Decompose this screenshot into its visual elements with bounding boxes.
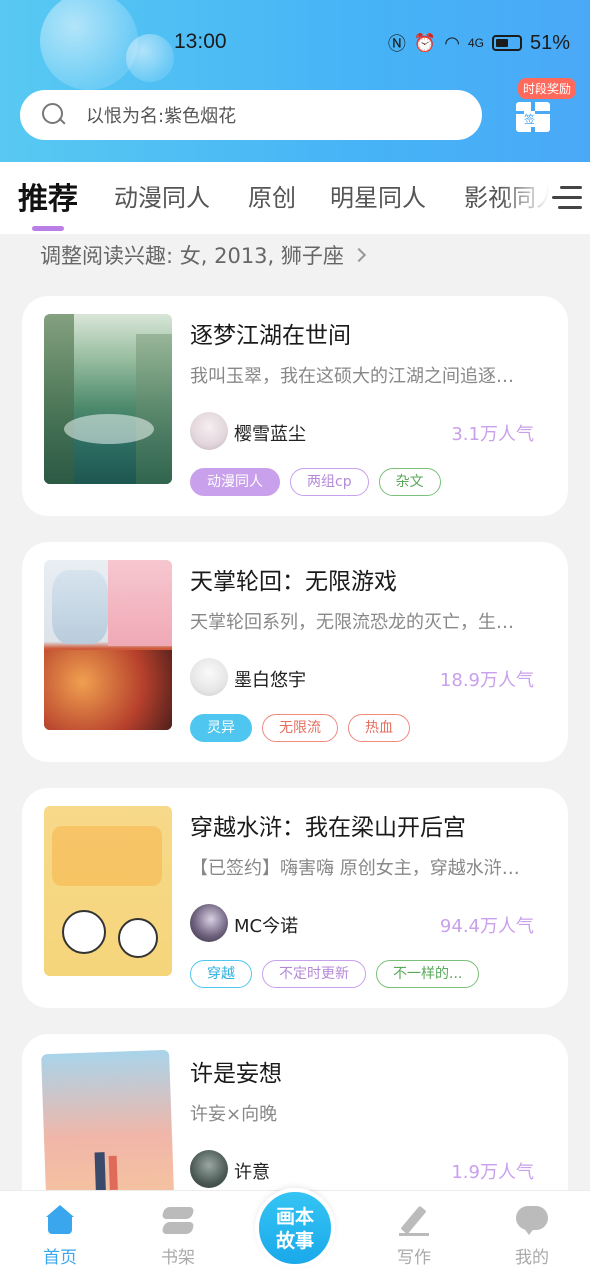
story-title: 逐梦江湖在世间 — [190, 323, 351, 349]
popularity: 94.4万人气 — [439, 916, 534, 937]
tag[interactable]: 不定时更新 — [262, 960, 366, 988]
search-icon — [42, 103, 66, 127]
tag[interactable]: 杂文 — [378, 468, 441, 496]
story-desc: 天掌轮回系列，无限流恐龙的灭亡，生… — [190, 612, 514, 633]
chevron-right-icon — [351, 247, 366, 263]
tag-list: 动漫同人 两组cp 杂文 — [190, 468, 441, 496]
author-name[interactable]: 樱雪蓝尘 — [234, 420, 306, 446]
tab-original[interactable]: 原创 — [248, 178, 296, 213]
avatar[interactable] — [190, 904, 228, 942]
chat-bubble-icon — [515, 1205, 549, 1237]
nav-home[interactable]: 首页 — [20, 1205, 100, 1268]
tag[interactable]: 热血 — [348, 714, 410, 742]
search-placeholder: 以恨为名:紫色烟花 — [86, 106, 237, 127]
menu-icon[interactable] — [552, 186, 582, 212]
reward-button[interactable]: 时段奖励 签 — [514, 78, 577, 138]
tag[interactable]: 动漫同人 — [190, 468, 280, 496]
tag-list: 灵异 无限流 热血 — [190, 714, 410, 742]
book-cover — [44, 806, 172, 976]
author-name[interactable]: 墨白悠宇 — [234, 666, 306, 692]
nav-home-label: 首页 — [43, 1248, 77, 1268]
story-card[interactable]: 逐梦江湖在世间 我叫玉翠，我在这硕大的江湖之间追逐… 樱雪蓝尘 3.1万人气 动… — [22, 296, 568, 516]
alarm-icon: ⏰ — [413, 32, 437, 53]
story-desc: 许妄×向晚 — [190, 1104, 278, 1125]
nav-write[interactable]: 写作 — [374, 1205, 454, 1268]
wifi-icon: ◠ — [444, 32, 460, 53]
nav-bookshelf-label: 书架 — [161, 1248, 195, 1268]
adjust-interest-link[interactable]: 调整阅读兴趣: 女, 2013, 狮子座 — [40, 240, 366, 270]
tag[interactable]: 无限流 — [262, 714, 338, 742]
gift-icon-label: 签 — [524, 111, 535, 127]
author-name[interactable]: MC今诺 — [234, 912, 298, 938]
tag[interactable]: 不一样的... — [376, 960, 480, 988]
signal-icon: 4G — [467, 36, 484, 50]
app-header: 13:00 Ⓝ ⏰ ◠ 4G 51% 以恨为名:紫色烟花 时段奖励 签 — [0, 0, 590, 162]
book-cover — [44, 560, 172, 730]
decor-bubble — [40, 0, 138, 90]
nav-write-label: 写作 — [397, 1248, 431, 1268]
reward-badge: 时段奖励 — [518, 78, 577, 99]
pencil-icon — [397, 1205, 431, 1237]
tag-list: 穿越 不定时更新 不一样的... — [190, 960, 480, 988]
active-tab-indicator — [32, 226, 64, 231]
tab-recommend[interactable]: 推荐 — [18, 174, 78, 218]
nfc-icon: Ⓝ — [387, 34, 406, 54]
story-card[interactable]: 穿越水浒：我在梁山开后宫 【已签约】嗨害嗨 原创女主，穿越水浒… MC今诺 94… — [22, 788, 568, 1008]
status-time: 13:00 — [174, 30, 227, 53]
popularity: 1.9万人气 — [451, 1162, 534, 1183]
tab-anime-fanfic[interactable]: 动漫同人 — [114, 178, 210, 213]
story-title: 许是妄想 — [190, 1061, 282, 1087]
nav-bookshelf[interactable]: 书架 — [138, 1205, 218, 1268]
author-name[interactable]: 许意 — [234, 1158, 270, 1184]
tag[interactable]: 穿越 — [190, 960, 252, 988]
story-create-button[interactable]: 画本 故事 — [255, 1188, 335, 1268]
nav-mine[interactable]: 我的 — [492, 1205, 572, 1268]
interest-text: 调整阅读兴趣: 女, 2013, 狮子座 — [40, 244, 344, 268]
avatar[interactable] — [190, 412, 228, 450]
battery-icon — [491, 35, 522, 51]
tab-celebrity-fanfic[interactable]: 明星同人 — [330, 178, 426, 213]
nav-mine-label: 我的 — [515, 1248, 549, 1268]
avatar[interactable] — [190, 1150, 228, 1188]
home-icon — [43, 1205, 77, 1237]
status-icons: Ⓝ ⏰ ◠ 4G 51% — [388, 30, 570, 56]
story-card[interactable]: 天掌轮回：无限游戏 天掌轮回系列，无限流恐龙的灭亡，生… 墨白悠宇 18.9万人… — [22, 542, 568, 762]
popularity: 18.9万人气 — [439, 670, 534, 691]
tag[interactable]: 灵异 — [190, 714, 252, 742]
battery-level: 51% — [529, 31, 570, 54]
category-tabs: 推荐 动漫同人 原创 明星同人 影视同人 — [0, 162, 590, 234]
story-desc: 我叫玉翠，我在这硕大的江湖之间追逐… — [190, 366, 514, 387]
story-title: 穿越水浒：我在梁山开后宫 — [190, 815, 466, 841]
decor-bubble — [126, 34, 174, 82]
story-desc: 【已签约】嗨害嗨 原创女主，穿越水浒… — [190, 858, 520, 879]
avatar[interactable] — [190, 658, 228, 696]
search-bar[interactable]: 以恨为名:紫色烟花 — [20, 90, 482, 140]
tag[interactable]: 两组cp — [290, 468, 369, 496]
book-cover — [44, 314, 172, 484]
bookshelf-icon — [161, 1205, 195, 1237]
story-title: 天掌轮回：无限游戏 — [190, 569, 397, 595]
popularity: 3.1万人气 — [451, 424, 534, 445]
